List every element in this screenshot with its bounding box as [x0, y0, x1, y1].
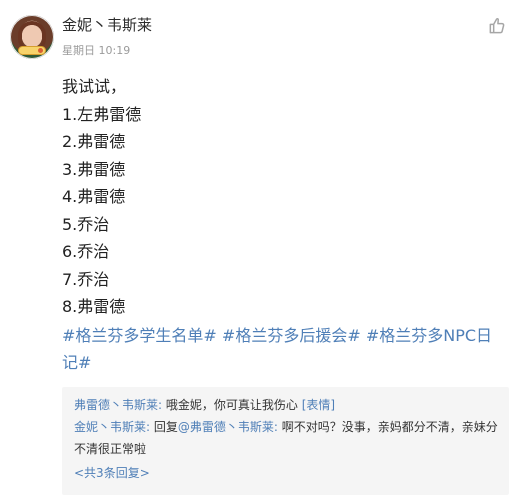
- comment-item: 金妮丶韦斯莱: 回复@弗雷德丶韦斯莱: 啊不对吗？没事，亲妈都分不清，亲妹分不清…: [74, 416, 499, 460]
- post-line: 6.乔治: [62, 242, 110, 261]
- thumb-up-icon[interactable]: [487, 16, 507, 36]
- comment-author-link[interactable]: 金妮丶韦斯莱:: [74, 420, 150, 434]
- mention-link[interactable]: @弗雷德丶韦斯莱:: [178, 420, 278, 434]
- post-line: 2.弗雷德: [62, 132, 126, 151]
- reply-prefix: 回复: [150, 420, 178, 434]
- comment-author-link[interactable]: 弗雷德丶韦斯莱:: [74, 398, 162, 412]
- comment-panel: 弗雷德丶韦斯莱: 哦金妮，你可真让我伤心 [表情] 金妮丶韦斯莱: 回复@弗雷德…: [62, 387, 509, 495]
- hashtag-list: #格兰芬多学生名单# #格兰芬多后援会# #格兰芬多NPC日记#: [62, 322, 502, 376]
- post-timestamp: 星期日 10:19: [62, 44, 131, 57]
- post-line: 我试试，: [62, 77, 127, 96]
- post-line: 4.弗雷德: [62, 187, 126, 206]
- hashtag-link[interactable]: #格兰芬多学生名单#: [62, 326, 217, 345]
- post-author-name[interactable]: 金妮丶韦斯莱: [62, 15, 152, 35]
- comment-text: 哦金妮，你可真让我伤心: [162, 398, 302, 412]
- post-line: 1.左弗雷德: [62, 104, 142, 124]
- more-replies-link[interactable]: <共3条回复>: [74, 464, 150, 482]
- post-line: 5.乔治: [62, 214, 110, 234]
- avatar-face-shape: [22, 25, 42, 47]
- comment-item: 弗雷德丶韦斯莱: 哦金妮，你可真让我伤心 [表情]: [74, 394, 499, 416]
- hashtag-link[interactable]: #格兰芬多后援会#: [222, 326, 361, 345]
- post-line: 7.乔治: [62, 269, 110, 289]
- post-line: 3.弗雷德: [62, 159, 126, 179]
- post-body: 我试试， 1.左弗雷德 2.弗雷德 3.弗雷德 4.弗雷德 5.乔治 6.乔治 …: [62, 73, 502, 376]
- avatar[interactable]: [10, 15, 54, 59]
- post-line: 8.弗雷德: [62, 297, 126, 316]
- avatar-badge-icon: [18, 46, 46, 55]
- emoji-placeholder-link[interactable]: [表情]: [302, 398, 335, 412]
